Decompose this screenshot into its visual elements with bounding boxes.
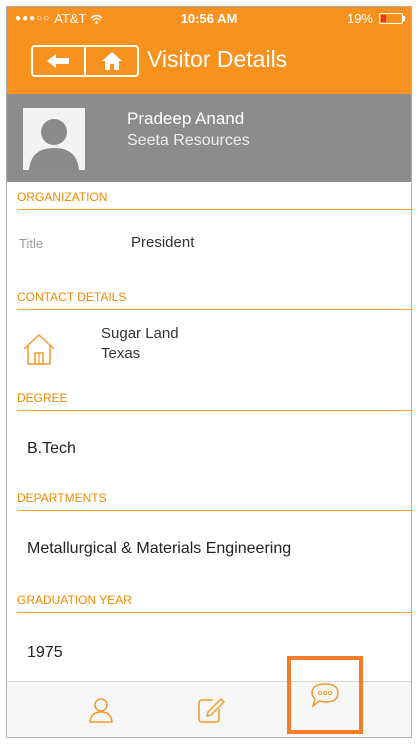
title-value: President bbox=[131, 234, 195, 251]
section-header-graduation: GRADUATION YEAR bbox=[17, 593, 411, 613]
section-header-departments: DEPARTMENTS bbox=[17, 491, 411, 511]
edit-note-icon bbox=[198, 697, 225, 723]
nav-bar: Visitor Details bbox=[7, 29, 411, 94]
status-bar: ●●●○○ AT&T 10:56 AM 19% bbox=[7, 7, 411, 29]
section-header-degree: DEGREE bbox=[17, 391, 411, 411]
title-label: Title bbox=[19, 236, 44, 251]
chat-bubble-icon bbox=[311, 683, 339, 708]
person-silhouette-icon bbox=[29, 119, 79, 170]
battery-percent: 19% bbox=[346, 11, 373, 26]
degree-value: B.Tech bbox=[27, 440, 76, 457]
app-screen: ●●●○○ AT&T 10:56 AM 19% Visitor Details … bbox=[6, 6, 412, 738]
profile-band: Pradeep Anand Seeta Resources bbox=[7, 94, 411, 182]
nav-button-group bbox=[31, 45, 139, 77]
departments-value: Metallurgical & Materials Engineering bbox=[27, 540, 292, 557]
contact-city: Sugar Land bbox=[101, 325, 179, 342]
visitor-name: Pradeep Anand bbox=[127, 109, 245, 128]
section-header-organization: ORGANIZATION bbox=[17, 190, 411, 210]
battery-group: 19% bbox=[346, 11, 405, 26]
contact-state: Texas bbox=[101, 345, 141, 362]
profile-icon bbox=[89, 697, 113, 723]
avatar bbox=[23, 108, 85, 170]
tab-edit[interactable] bbox=[171, 682, 251, 737]
tab-chat[interactable] bbox=[287, 656, 363, 734]
visitor-organization: Seeta Resources bbox=[127, 132, 250, 149]
header: ●●●○○ AT&T 10:56 AM 19% Visitor Details bbox=[7, 7, 411, 94]
page-title: Visitor Details bbox=[147, 46, 288, 72]
back-button[interactable] bbox=[33, 47, 84, 75]
battery-icon bbox=[379, 13, 405, 24]
home-icon bbox=[101, 52, 122, 70]
tab-profile[interactable] bbox=[61, 682, 141, 737]
back-arrow-icon bbox=[46, 54, 69, 68]
home-button[interactable] bbox=[84, 47, 137, 75]
house-icon bbox=[23, 333, 55, 365]
section-header-contact: CONTACT DETAILS bbox=[17, 290, 411, 310]
tab-bar bbox=[7, 656, 411, 737]
graduation-value: 1975 bbox=[27, 644, 63, 661]
